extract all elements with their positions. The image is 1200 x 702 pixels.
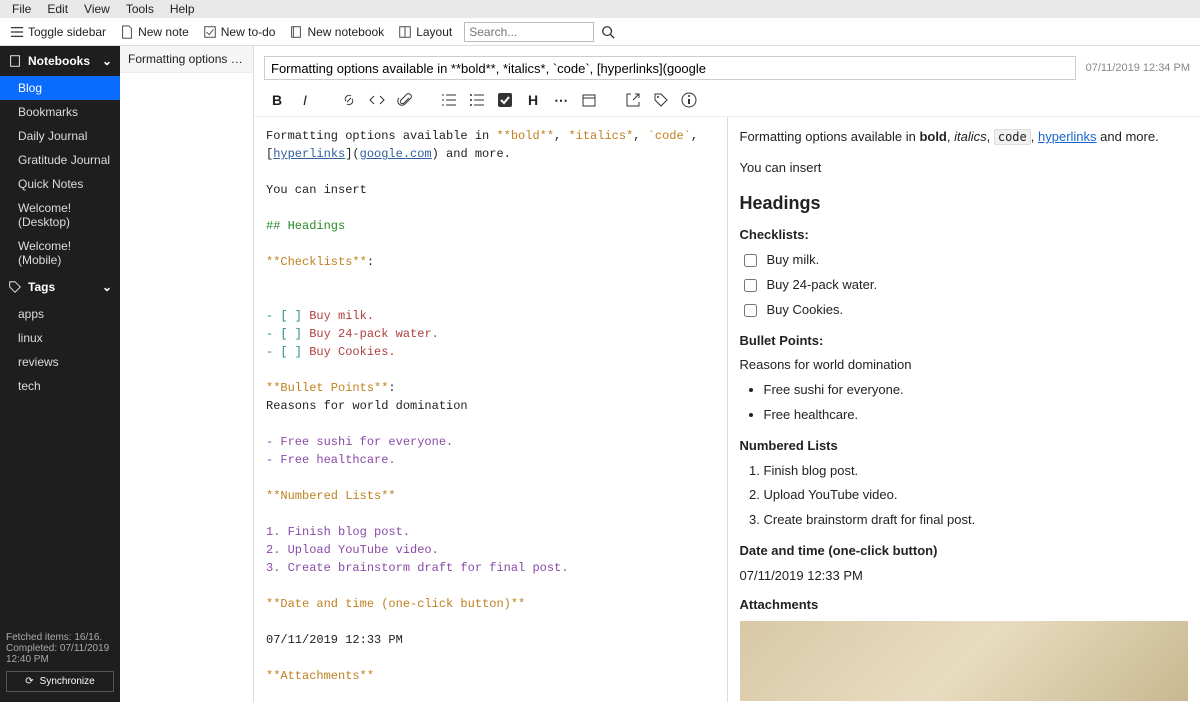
list-item: Upload YouTube video. xyxy=(764,485,1189,506)
preview-pane: Formatting options available in bold, it… xyxy=(728,117,1200,702)
toggle-sidebar-button[interactable]: Toggle sidebar xyxy=(4,22,112,42)
sidebar-item-gratitude-journal[interactable]: Gratitude Journal xyxy=(0,148,120,172)
checklist-item: Buy Cookies. xyxy=(744,300,1189,321)
attach-button[interactable] xyxy=(392,88,418,112)
sync-status: Fetched items: 16/16. Completed: 07/11/2… xyxy=(0,626,120,702)
sidebar-icon xyxy=(10,25,24,39)
tags-button[interactable] xyxy=(648,88,674,112)
notebook-icon xyxy=(8,54,22,68)
menu-edit[interactable]: Edit xyxy=(39,0,76,18)
ul-icon xyxy=(469,92,485,108)
search-icon xyxy=(601,25,615,39)
date-button[interactable] xyxy=(576,88,602,112)
chevron-down-icon: ⌄ xyxy=(102,54,112,68)
sidebar-item-quick-notes[interactable]: Quick Notes xyxy=(0,172,120,196)
hyperlinks-link[interactable]: hyperlinks xyxy=(1038,129,1097,144)
checklist-item: Buy milk. xyxy=(744,250,1189,271)
search-input[interactable] xyxy=(464,22,594,42)
sync-icon: ⟳ xyxy=(25,676,33,687)
sidebar-tag-tech[interactable]: tech xyxy=(0,374,120,398)
heading-button[interactable]: H xyxy=(520,88,546,112)
sidebar-item-blog[interactable]: Blog xyxy=(0,76,120,100)
tag-icon xyxy=(653,92,669,108)
list-item: Free healthcare. xyxy=(764,405,1189,426)
note-title-input[interactable] xyxy=(264,56,1076,80)
menu-view[interactable]: View xyxy=(76,0,118,18)
new-todo-button[interactable]: New to-do xyxy=(197,22,282,42)
tag-icon xyxy=(8,280,22,294)
format-toolbar: B I H ⋯ xyxy=(254,84,1200,117)
markdown-source-pane[interactable]: Formatting options available in **bold**… xyxy=(254,117,728,702)
menu-help[interactable]: Help xyxy=(162,0,203,18)
info-button[interactable] xyxy=(676,88,702,112)
list-item: Free sushi for everyone. xyxy=(764,380,1189,401)
search-button[interactable] xyxy=(596,25,620,39)
checkbox[interactable] xyxy=(744,254,757,267)
menubar: File Edit View Tools Help xyxy=(0,0,1200,18)
file-icon xyxy=(120,25,134,39)
bullet-list-button[interactable] xyxy=(464,88,490,112)
code-icon xyxy=(369,92,385,108)
sidebar-item-bookmarks[interactable]: Bookmarks xyxy=(0,100,120,124)
sidebar-tag-reviews[interactable]: reviews xyxy=(0,350,120,374)
info-icon xyxy=(681,92,697,108)
external-button[interactable] xyxy=(620,88,646,112)
sidebar-tag-linux[interactable]: linux xyxy=(0,326,120,350)
new-note-button[interactable]: New note xyxy=(114,22,195,42)
sidebar-item-daily-journal[interactable]: Daily Journal xyxy=(0,124,120,148)
headings-heading: Headings xyxy=(740,189,1189,218)
italic-button[interactable]: I xyxy=(292,88,318,112)
hr-button[interactable]: ⋯ xyxy=(548,88,574,112)
attachment-image xyxy=(740,621,1189,701)
note-list: Formatting options availabl xyxy=(120,46,254,702)
paperclip-icon xyxy=(397,92,413,108)
sidebar-tag-apps[interactable]: apps xyxy=(0,302,120,326)
link-button[interactable] xyxy=(336,88,362,112)
note-timestamp: 07/11/2019 12:34 PM xyxy=(1086,62,1190,74)
checkbox[interactable] xyxy=(744,279,757,292)
code-button[interactable] xyxy=(364,88,390,112)
chevron-down-icon: ⌄ xyxy=(102,280,112,294)
layout-button[interactable]: Layout xyxy=(392,22,458,42)
checklist-button[interactable] xyxy=(492,88,518,112)
note-list-item[interactable]: Formatting options availabl xyxy=(120,46,253,73)
editor-area: 07/11/2019 12:34 PM B I H ⋯ Formatting o… xyxy=(254,46,1200,702)
tags-section[interactable]: Tags ⌄ xyxy=(0,272,120,302)
synchronize-button[interactable]: ⟳ Synchronize xyxy=(6,671,114,692)
checklist-item: Buy 24-pack water. xyxy=(744,275,1189,296)
sidebar-item-welcome-desktop[interactable]: Welcome! (Desktop) xyxy=(0,196,120,234)
check-square-icon xyxy=(497,92,513,108)
list-item: Finish blog post. xyxy=(764,461,1189,482)
sidebar-item-welcome-mobile[interactable]: Welcome! (Mobile) xyxy=(0,234,120,272)
checkbox-icon xyxy=(203,25,217,39)
checkbox[interactable] xyxy=(744,304,757,317)
numbered-list-button[interactable] xyxy=(436,88,462,112)
external-icon xyxy=(625,92,641,108)
new-notebook-button[interactable]: New notebook xyxy=(283,22,390,42)
list-item: Create brainstorm draft for final post. xyxy=(764,510,1189,531)
notebooks-section[interactable]: Notebooks ⌄ xyxy=(0,46,120,76)
link-icon xyxy=(341,92,357,108)
sidebar: Notebooks ⌄ Blog Bookmarks Daily Journal… xyxy=(0,46,120,702)
ol-icon xyxy=(441,92,457,108)
bold-button[interactable]: B xyxy=(264,88,290,112)
notebook-icon xyxy=(289,25,303,39)
calendar-icon xyxy=(581,92,597,108)
menu-file[interactable]: File xyxy=(4,0,39,18)
toolbar: Toggle sidebar New note New to-do New no… xyxy=(0,18,1200,46)
menu-tools[interactable]: Tools xyxy=(118,0,162,18)
layout-icon xyxy=(398,25,412,39)
